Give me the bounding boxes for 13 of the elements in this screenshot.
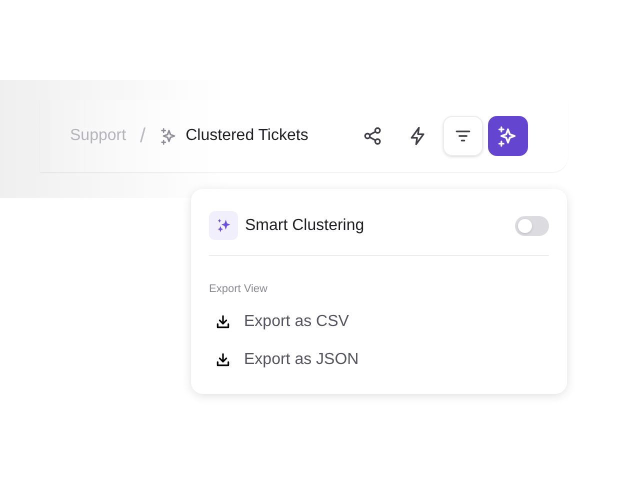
toggle-label: Smart Clustering (245, 216, 364, 236)
sparkle-button[interactable] (488, 116, 528, 156)
sparkle-icon (160, 127, 178, 145)
filter-button[interactable] (443, 116, 483, 156)
download-icon (215, 314, 231, 330)
sparkle-icon (209, 211, 238, 240)
download-icon (215, 352, 231, 368)
toggle-switch[interactable] (515, 216, 549, 236)
breadcrumb-separator: / (140, 124, 146, 149)
section-heading: Export View (209, 282, 268, 297)
menu-item[interactable]: Export as JSON (209, 346, 549, 374)
menu-item[interactable]: Export as CSV (209, 308, 549, 336)
breadcrumb-current[interactable]: Clustered Tickets (186, 124, 308, 148)
